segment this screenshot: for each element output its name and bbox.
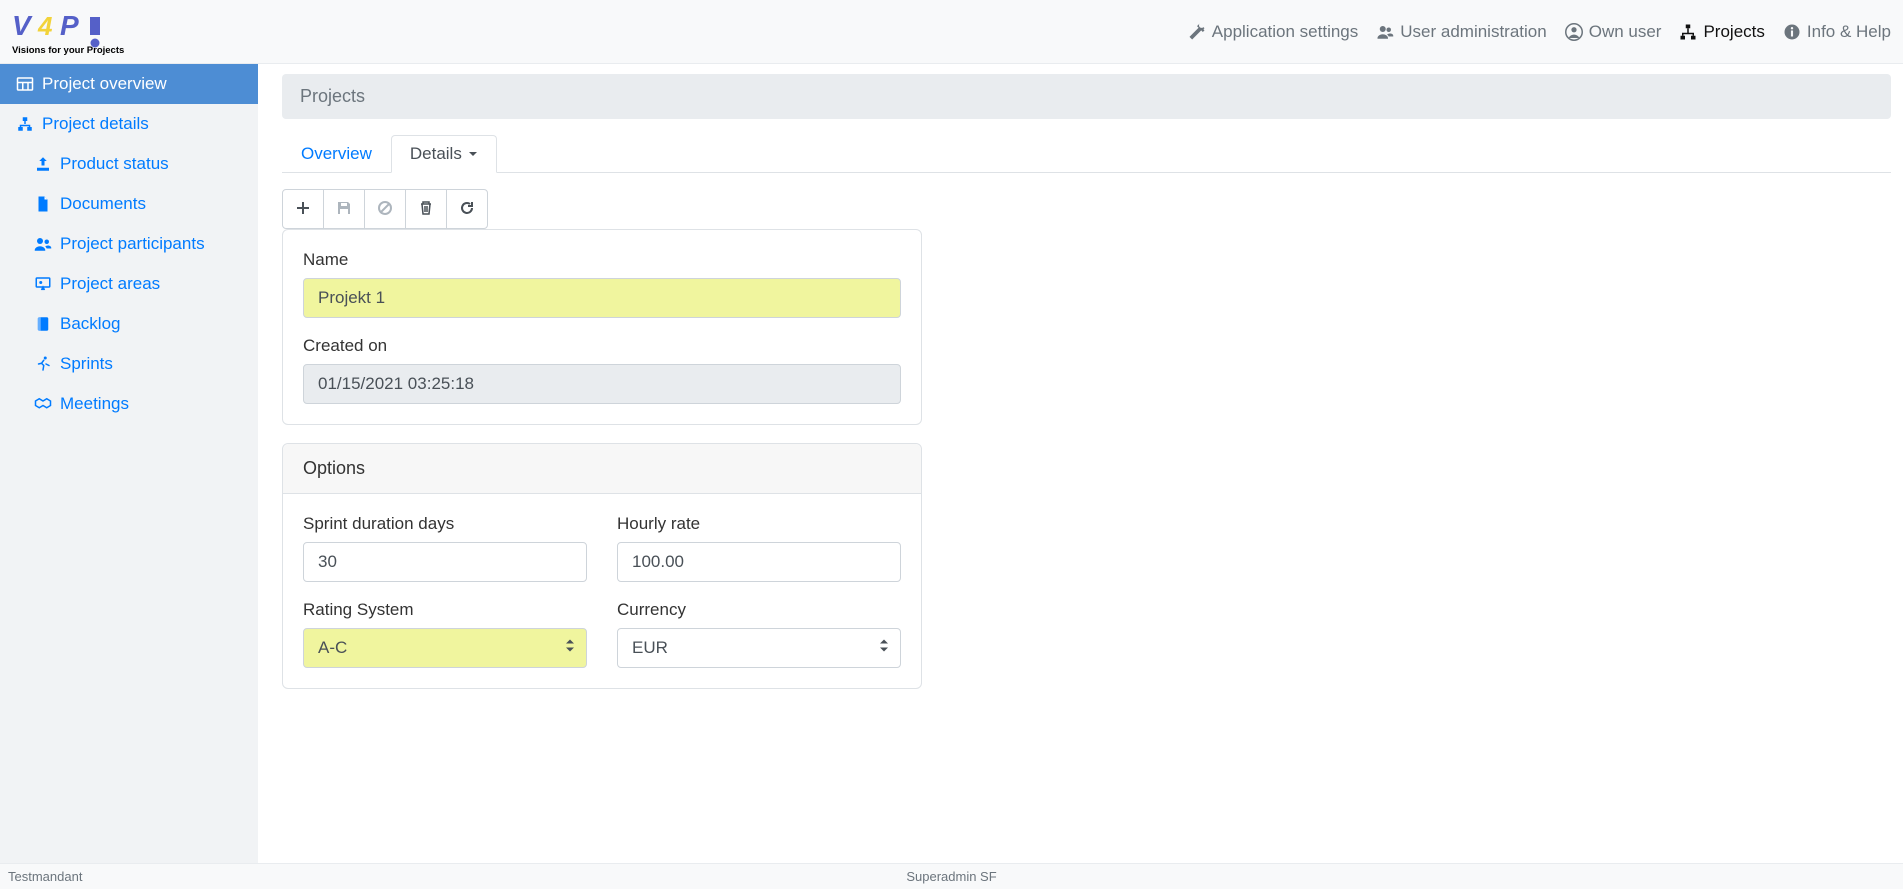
rating-system-label: Rating System	[303, 600, 587, 620]
nav-info-help[interactable]: Info & Help	[1783, 22, 1891, 42]
sidebar-item-sprints[interactable]: Sprints	[0, 344, 258, 384]
sidebar-item-product-status[interactable]: Product status	[0, 144, 258, 184]
users-icon	[34, 235, 52, 253]
svg-text:V: V	[12, 10, 33, 41]
sidebar-item-label: Project details	[42, 114, 149, 134]
handshake-icon	[34, 395, 52, 413]
name-label: Name	[303, 250, 901, 270]
project-info-card: Name Created on	[282, 229, 922, 425]
svg-text:4: 4	[37, 11, 53, 41]
sidebar-item-label: Project overview	[42, 74, 167, 94]
refresh-icon	[459, 200, 475, 219]
nav-label: User administration	[1400, 22, 1546, 42]
sidebar-item-project-overview[interactable]: Project overview	[0, 64, 258, 104]
running-icon	[34, 355, 52, 373]
sitemap-icon	[1679, 23, 1697, 41]
currency-label: Currency	[617, 600, 901, 620]
tab-label: Details	[410, 144, 462, 164]
created-on-input	[303, 364, 901, 404]
name-input[interactable]	[303, 278, 901, 318]
sprint-duration-input[interactable]	[303, 542, 587, 582]
table-icon	[16, 75, 34, 93]
tab-overview[interactable]: Overview	[282, 135, 391, 173]
presentation-icon	[34, 275, 52, 293]
info-icon	[1783, 23, 1801, 41]
svg-text:Visions for your Projects: Visions for your Projects	[12, 45, 124, 56]
save-button[interactable]	[323, 189, 365, 229]
footer-left: Testmandant	[8, 869, 82, 884]
sidebar-item-project-participants[interactable]: Project participants	[0, 224, 258, 264]
book-icon	[34, 315, 52, 333]
user-circle-icon	[1565, 23, 1583, 41]
nav-own-user[interactable]: Own user	[1565, 22, 1662, 42]
rating-system-select[interactable]: A-C	[303, 628, 587, 668]
nav-projects[interactable]: Projects	[1679, 22, 1764, 42]
select-value: A-C	[318, 638, 347, 657]
top-header: V 4 P Visions for your Projects Applicat…	[0, 0, 1903, 64]
caret-down-icon	[468, 144, 478, 164]
hourly-rate-label: Hourly rate	[617, 514, 901, 534]
top-nav: Application settings User administration…	[1188, 22, 1891, 42]
currency-select[interactable]: EUR	[617, 628, 901, 668]
sidebar-item-label: Project participants	[60, 234, 205, 254]
sidebar-item-project-areas[interactable]: Project areas	[0, 264, 258, 304]
sidebar: Project overview Project details Product…	[0, 64, 258, 863]
nav-user-administration[interactable]: User administration	[1376, 22, 1546, 42]
nav-label: Projects	[1703, 22, 1764, 42]
sidebar-item-label: Meetings	[60, 394, 129, 414]
trash-icon	[418, 200, 434, 219]
options-header: Options	[283, 444, 921, 494]
footer-center: Superadmin SF	[906, 869, 996, 884]
sidebar-item-label: Product status	[60, 154, 169, 174]
sidebar-item-label: Sprints	[60, 354, 113, 374]
toolbar	[282, 189, 488, 229]
sidebar-item-label: Documents	[60, 194, 146, 214]
nav-label: Application settings	[1212, 22, 1358, 42]
users-icon	[1376, 23, 1394, 41]
sprint-duration-label: Sprint duration days	[303, 514, 587, 534]
hourly-rate-input[interactable]	[617, 542, 901, 582]
sidebar-item-backlog[interactable]: Backlog	[0, 304, 258, 344]
nav-application-settings[interactable]: Application settings	[1188, 22, 1358, 42]
tabs: Overview Details	[282, 135, 1891, 173]
save-icon	[336, 200, 352, 219]
page-title: Projects	[282, 74, 1891, 119]
logo: V 4 P Visions for your Projects	[8, 7, 148, 57]
add-button[interactable]	[282, 189, 324, 229]
created-on-label: Created on	[303, 336, 901, 356]
wrench-icon	[1188, 23, 1206, 41]
cancel-button[interactable]	[364, 189, 406, 229]
main-content: Projects Overview Details	[258, 64, 1903, 863]
select-value: EUR	[632, 638, 668, 657]
nav-label: Info & Help	[1807, 22, 1891, 42]
sitemap-icon	[16, 115, 34, 133]
sidebar-item-label: Project areas	[60, 274, 160, 294]
upload-icon	[34, 155, 52, 173]
nav-label: Own user	[1589, 22, 1662, 42]
sidebar-item-meetings[interactable]: Meetings	[0, 384, 258, 424]
delete-button[interactable]	[405, 189, 447, 229]
sidebar-item-documents[interactable]: Documents	[0, 184, 258, 224]
svg-text:P: P	[60, 10, 79, 41]
sidebar-item-label: Backlog	[60, 314, 120, 334]
content-scroll[interactable]: Name Created on Options Sprint duration …	[282, 173, 1891, 863]
tab-details[interactable]: Details	[391, 135, 497, 173]
ban-icon	[377, 200, 393, 219]
refresh-button[interactable]	[446, 189, 488, 229]
options-card: Options Sprint duration days Hourly rate	[282, 443, 922, 689]
plus-icon	[295, 200, 311, 219]
sidebar-item-project-details[interactable]: Project details	[0, 104, 258, 144]
footer: Testmandant Superadmin SF	[0, 863, 1903, 889]
file-icon	[34, 195, 52, 213]
